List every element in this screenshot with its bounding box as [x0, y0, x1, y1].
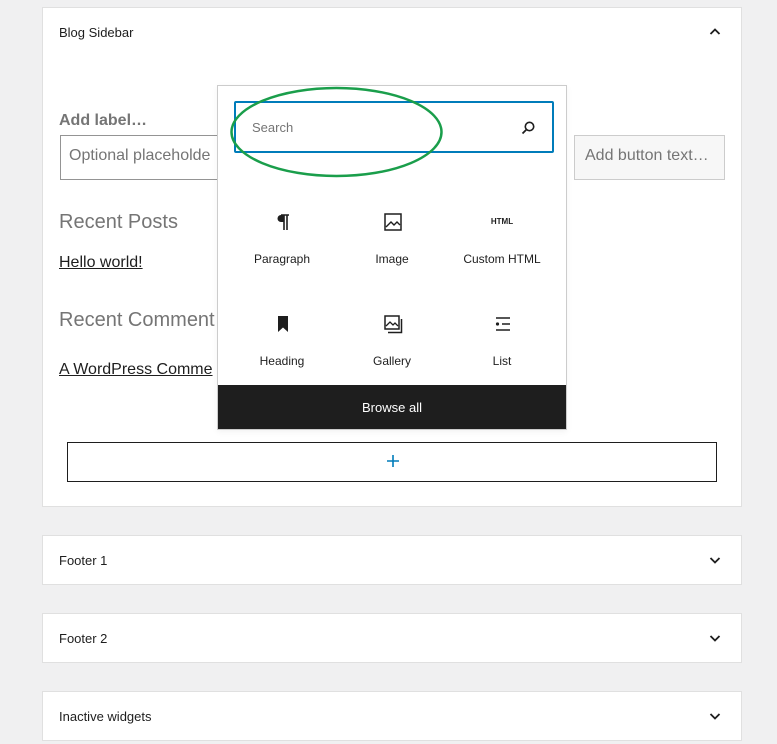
chevron-down-icon[interactable] — [709, 554, 721, 566]
bookmark-icon — [278, 316, 288, 332]
widget-area-title: Inactive widgets — [59, 709, 152, 724]
block-label: Custom HTML — [463, 252, 541, 266]
block-custom-html[interactable]: HTML Custom HTML — [447, 197, 557, 277]
chevron-up-icon[interactable] — [709, 26, 721, 38]
block-paragraph[interactable]: Paragraph — [227, 197, 337, 277]
block-label: Paragraph — [253, 252, 311, 266]
search-button-text-field[interactable]: Add button text… — [574, 135, 725, 180]
recent-comments-heading: Recent Comment — [59, 309, 215, 331]
html-icon-text: HTML — [490, 217, 514, 226]
paragraph-icon — [277, 214, 289, 230]
block-label: List — [492, 354, 512, 368]
search-placeholder: Search — [252, 120, 294, 135]
recent-posts-heading: Recent Posts — [59, 211, 178, 233]
browse-all-label: Browse all — [362, 400, 422, 415]
widget-area-header[interactable]: Blog Sidebar — [43, 8, 741, 58]
block-heading[interactable]: Heading — [227, 299, 337, 379]
search-label-field[interactable]: Add label… — [59, 112, 147, 130]
block-label: Heading — [259, 354, 305, 368]
widget-area-inactive-widgets[interactable]: Inactive widgets — [42, 691, 742, 741]
block-gallery[interactable]: Gallery — [337, 299, 447, 379]
recent-comment-link[interactable]: A WordPress Comme — [59, 361, 213, 379]
widget-area-footer-1[interactable]: Footer 1 — [42, 535, 742, 585]
block-label: Gallery — [372, 354, 411, 368]
image-icon — [384, 213, 402, 231]
chevron-down-icon[interactable] — [709, 632, 721, 644]
search-icon — [521, 121, 535, 135]
plus-icon — [387, 455, 399, 467]
widget-area-title: Footer 1 — [59, 553, 108, 568]
block-list[interactable]: List — [447, 299, 557, 379]
block-image[interactable]: Image — [337, 197, 447, 277]
recent-post-link[interactable]: Hello world! — [59, 254, 143, 272]
widget-area-title: Footer 2 — [59, 631, 108, 646]
chevron-down-icon[interactable] — [709, 710, 721, 722]
widget-area-footer-2[interactable]: Footer 2 — [42, 613, 742, 663]
widget-area-title: Blog Sidebar — [59, 25, 134, 40]
add-block-button[interactable] — [67, 442, 717, 482]
browse-all-button[interactable]: Browse all — [218, 385, 566, 429]
inserter-search-input[interactable]: Search — [234, 101, 554, 153]
block-inserter-popover: Search Paragraph Image HTML Custom HTML … — [217, 85, 567, 430]
gallery-icon — [384, 315, 403, 334]
block-label: Image — [375, 252, 409, 266]
html-icon: HTML — [447, 211, 557, 233]
list-icon — [495, 317, 510, 331]
